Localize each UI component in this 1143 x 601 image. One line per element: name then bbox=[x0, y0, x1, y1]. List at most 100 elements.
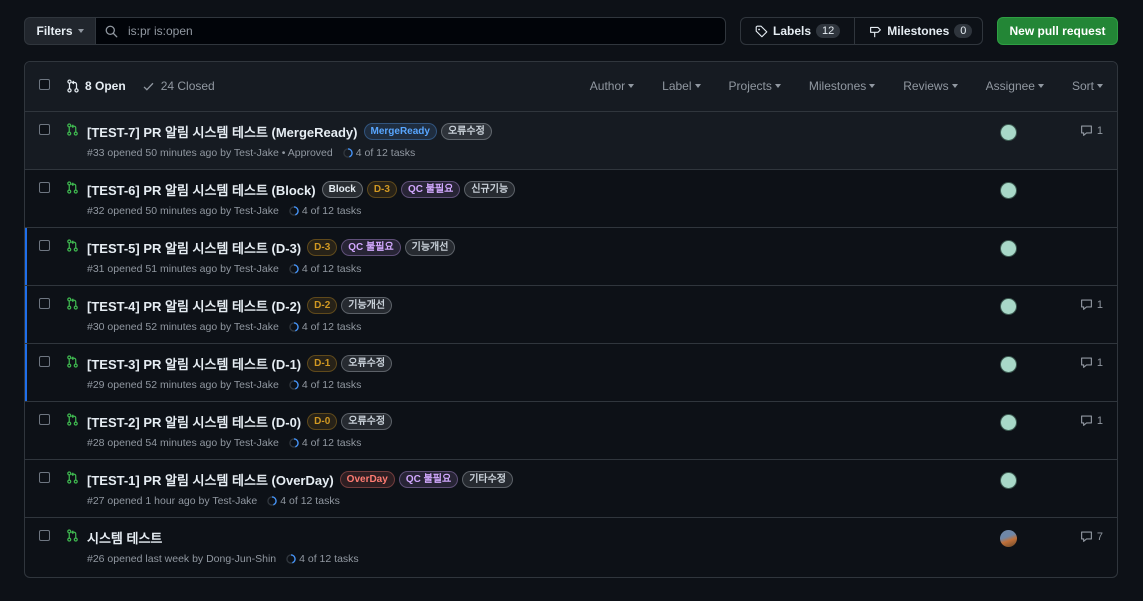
state-toggle: 8 Open 24 Closed bbox=[66, 79, 215, 93]
pr-label[interactable]: 오류수정 bbox=[341, 355, 393, 372]
labels-button[interactable]: Labels 12 bbox=[741, 18, 854, 44]
label-menu[interactable]: Label bbox=[662, 79, 701, 93]
pr-label[interactable]: 오류수정 bbox=[341, 413, 393, 430]
table-row[interactable]: [TEST-6] PR 알림 시스템 테스트 (Block) Block D-3 Q… bbox=[25, 170, 1117, 228]
pr-title-link[interactable]: [TEST-6] PR 알림 시스템 테스트 (Block) bbox=[87, 180, 316, 199]
pr-label[interactable]: 기능개선 bbox=[341, 297, 393, 314]
avatar[interactable] bbox=[1000, 356, 1017, 373]
sort-menu[interactable]: Sort bbox=[1072, 79, 1103, 93]
row-checkbox[interactable] bbox=[39, 356, 50, 367]
avatar[interactable] bbox=[1000, 182, 1017, 199]
avatar[interactable] bbox=[1000, 298, 1017, 315]
comment-icon bbox=[1080, 356, 1093, 369]
caret-down-icon bbox=[628, 84, 635, 88]
milestones-button[interactable]: Milestones 0 bbox=[854, 18, 986, 44]
pr-label[interactable]: D-3 bbox=[366, 181, 397, 198]
pr-label[interactable]: 오류수정 bbox=[440, 123, 492, 140]
avatar[interactable] bbox=[1000, 414, 1017, 431]
pr-label[interactable]: Block bbox=[321, 181, 363, 198]
table-row[interactable]: 시스템 테스트 #26 opened last week by Dong-Jun… bbox=[25, 518, 1117, 576]
author-menu[interactable]: Author bbox=[590, 79, 635, 93]
menu-label: Assignee bbox=[985, 79, 1035, 93]
open-filter[interactable]: 8 Open bbox=[66, 79, 126, 93]
avatar[interactable] bbox=[1000, 530, 1017, 547]
pr-title-link[interactable]: [TEST-7] PR 알림 시스템 테스트 (MergeReady) bbox=[87, 122, 358, 141]
comment-icon bbox=[1080, 124, 1093, 137]
pr-label[interactable]: D-0 bbox=[307, 413, 338, 430]
comments-link[interactable]: 1 bbox=[1080, 124, 1103, 137]
pr-title-link[interactable]: [TEST-4] PR 알림 시스템 테스트 (D-2) bbox=[87, 296, 301, 315]
comments-link[interactable]: 1 bbox=[1080, 298, 1103, 311]
task-progress-text: 4 of 12 tasks bbox=[355, 147, 416, 159]
task-progress-icon bbox=[286, 554, 296, 564]
comments-link[interactable]: 1 bbox=[1080, 356, 1103, 369]
pr-label[interactable]: D-1 bbox=[307, 355, 338, 372]
menu-label: Reviews bbox=[903, 79, 949, 93]
row-checkbox[interactable] bbox=[39, 240, 50, 251]
pr-meta: #31 opened 51 minutes ago by Test-Jake 4… bbox=[87, 263, 361, 275]
pr-meta-text: #26 opened last week by Dong-Jun-Shin bbox=[87, 553, 277, 565]
select-all-checkbox[interactable] bbox=[39, 79, 50, 90]
title-line: [TEST-7] PR 알림 시스템 테스트 (MergeReady) Merg… bbox=[87, 122, 492, 141]
filters-button[interactable]: Filters bbox=[24, 17, 96, 45]
row-checkbox[interactable] bbox=[39, 530, 50, 541]
pr-label[interactable]: 기타수정 bbox=[462, 471, 514, 488]
comments-link[interactable]: 7 bbox=[1080, 530, 1103, 543]
table-row[interactable]: [TEST-1] PR 알림 시스템 테스트 (OverDay) OverDay… bbox=[25, 460, 1117, 518]
comments-link[interactable]: 1 bbox=[1080, 414, 1103, 427]
table-row[interactable]: [TEST-3] PR 알림 시스템 테스트 (D-1) D-1 오류수정 #29… bbox=[25, 344, 1117, 402]
pr-label[interactable]: QC 불필요 bbox=[398, 471, 459, 488]
avatar[interactable] bbox=[1000, 472, 1017, 489]
row-checkbox[interactable] bbox=[39, 414, 50, 425]
milestones-menu[interactable]: Milestones bbox=[809, 79, 876, 93]
comment-count: 1 bbox=[1096, 356, 1103, 369]
projects-menu[interactable]: Projects bbox=[729, 79, 781, 93]
title-line: [TEST-6] PR 알림 시스템 테스트 (Block) Block D-3 Q… bbox=[87, 180, 516, 199]
row-checkbox[interactable] bbox=[39, 472, 50, 483]
assignee-menu[interactable]: Assignee bbox=[986, 79, 1044, 93]
pr-label[interactable]: MergeReady bbox=[363, 123, 437, 140]
search-input[interactable] bbox=[128, 24, 688, 38]
caret-down-icon bbox=[1097, 84, 1103, 88]
task-progress-icon bbox=[289, 322, 299, 332]
closed-filter[interactable]: 24 Closed bbox=[142, 79, 215, 93]
pr-label[interactable]: D-3 bbox=[307, 239, 338, 256]
pr-title-link[interactable]: [TEST-2] PR 알림 시스템 테스트 (D-0) bbox=[87, 412, 301, 431]
table-row[interactable]: [TEST-2] PR 알림 시스템 테스트 (D-0) D-0 오류수정 #28… bbox=[25, 402, 1117, 460]
pr-label[interactable]: 기능개선 bbox=[404, 239, 456, 256]
table-row[interactable]: [TEST-5] PR 알림 시스템 테스트 (D-3) D-3 QC 불필요 기능… bbox=[25, 228, 1117, 286]
pr-label[interactable]: OverDay bbox=[339, 471, 395, 488]
pr-title-link[interactable]: [TEST-1] PR 알림 시스템 테스트 (OverDay) bbox=[87, 470, 334, 489]
row-checkbox[interactable] bbox=[39, 182, 50, 193]
pr-label[interactable]: QC 불필요 bbox=[341, 239, 401, 256]
row-checkbox[interactable] bbox=[39, 298, 50, 309]
pr-title-link[interactable]: [TEST-3] PR 알림 시스템 테스트 (D-1) bbox=[87, 354, 301, 373]
pr-label[interactable]: D-2 bbox=[307, 297, 338, 314]
avatar[interactable] bbox=[1000, 124, 1017, 141]
pr-meta-text: #27 opened 1 hour ago by Test-Jake bbox=[87, 495, 258, 507]
caret-down-icon bbox=[774, 84, 781, 88]
task-progress: 4 of 12 tasks bbox=[289, 321, 361, 333]
pr-meta-text: #32 opened 50 minutes ago by Test-Jake bbox=[87, 205, 279, 217]
menu-label: Projects bbox=[728, 79, 772, 93]
title-line: 시스템 테스트 bbox=[87, 528, 164, 547]
pr-meta-text: #33 opened 50 minutes ago by Test-Jake •… bbox=[87, 147, 333, 159]
task-progress-icon bbox=[267, 496, 278, 506]
new-pull-request-button[interactable]: New pull request bbox=[997, 17, 1118, 45]
pr-title-link[interactable]: 시스템 테스트 bbox=[87, 528, 162, 547]
labels-label: Labels bbox=[773, 24, 812, 38]
search-box bbox=[95, 17, 726, 45]
milestone-icon bbox=[870, 26, 882, 37]
check-icon bbox=[143, 82, 154, 91]
task-progress: 4 of 12 tasks bbox=[289, 205, 361, 217]
search-icon bbox=[105, 25, 118, 37]
table-row[interactable]: [TEST-7] PR 알림 시스템 테스트 (MergeReady) Merg… bbox=[25, 112, 1117, 170]
pr-label[interactable]: 신규기능 bbox=[464, 181, 516, 198]
avatar[interactable] bbox=[1000, 240, 1017, 257]
pr-label[interactable]: QC 불필요 bbox=[400, 181, 461, 198]
reviews-menu[interactable]: Reviews bbox=[903, 79, 958, 93]
labels-milestones-group: Labels 12 Milestones 0 bbox=[740, 17, 983, 45]
row-checkbox[interactable] bbox=[39, 124, 50, 135]
pr-title-link[interactable]: [TEST-5] PR 알림 시스템 테스트 (D-3) bbox=[87, 238, 301, 257]
table-row[interactable]: [TEST-4] PR 알림 시스템 테스트 (D-2) D-2 기능개선 #30… bbox=[25, 286, 1117, 344]
